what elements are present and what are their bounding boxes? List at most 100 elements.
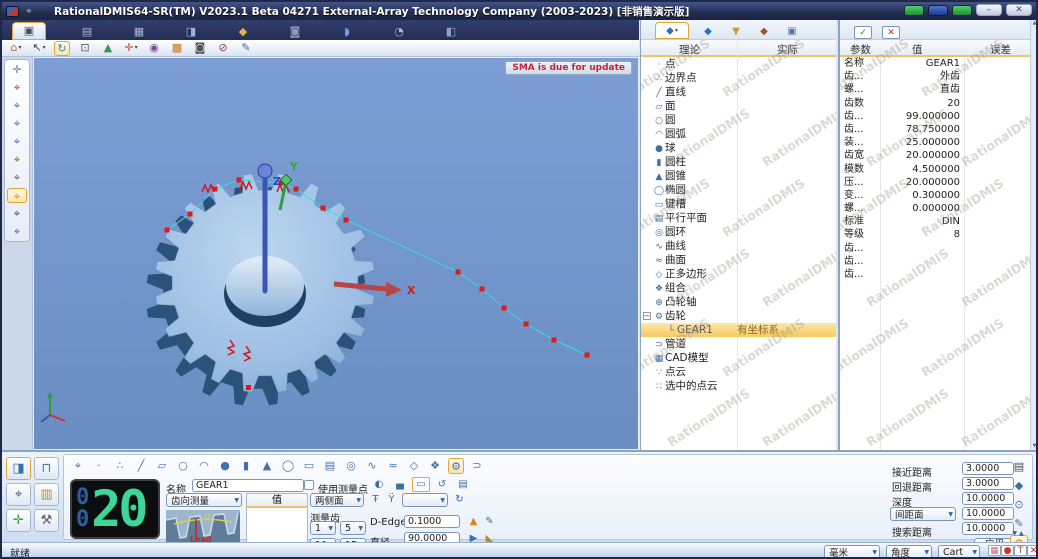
probe-select-button[interactable]: ◆ (1010, 478, 1028, 493)
clearance-input[interactable]: 10.0000 (962, 507, 1014, 520)
probe-mode-vector[interactable]: ⌖ (7, 152, 27, 167)
home-button[interactable]: ⌂▾ (8, 41, 24, 56)
sma-update-badge[interactable]: SMA is due for update (505, 61, 632, 75)
depth-input[interactable]: 10.0000 (962, 492, 1014, 505)
line-tool-icon[interactable]: ╱ (133, 458, 149, 474)
surface-tool-icon[interactable]: ≈ (385, 458, 401, 474)
boundary-point-tool-icon[interactable]: ∴ (112, 458, 128, 474)
param-row[interactable]: 齿... 99.000000 (840, 110, 1030, 123)
joystick-icon[interactable] (904, 4, 924, 16)
param-row[interactable]: 齿... (840, 255, 1030, 268)
tree-item-torus[interactable]: ◎ 圆环 (641, 225, 836, 239)
curve-tool-icon[interactable]: ∿ (364, 458, 380, 474)
background-color-button[interactable]: ▩ (169, 41, 185, 56)
probe-tool-icon[interactable]: ⌖ (70, 458, 86, 474)
minimize-button[interactable]: – (976, 4, 1002, 16)
tree-item-cad-model[interactable]: ▦ CAD模型 (641, 351, 836, 365)
controller-icon[interactable] (928, 4, 948, 16)
param-row[interactable]: 装... 25.000000 (840, 136, 1030, 149)
edit-points-button[interactable]: ✎ (1010, 516, 1028, 531)
delete-button[interactable]: ⊘ (215, 41, 231, 56)
zoom-tool-button[interactable]: ⊙ (1010, 497, 1028, 512)
strip-updown-icon[interactable]: ▼▲ (1012, 530, 1025, 537)
param-row[interactable]: 名称 GEAR1 (840, 57, 1030, 70)
slot-tool-icon[interactable]: ▭ (301, 458, 317, 474)
ellipse-tool-icon[interactable]: ◯ (280, 458, 296, 474)
text-status-icon[interactable]: T (1014, 545, 1027, 556)
arc-tool-icon[interactable]: ◠ (196, 458, 212, 474)
circle-tool-icon[interactable]: ○ (175, 458, 191, 474)
param-row[interactable]: 齿... 78.750000 (840, 123, 1030, 136)
tab-card-view[interactable]: ▤ (454, 477, 472, 492)
probe-mode-manual[interactable]: ⌖ (7, 224, 27, 239)
link-status-icon[interactable]: ✕ (1027, 545, 1036, 556)
import-model-button[interactable]: ▲ (100, 41, 116, 56)
tree-item-polygon[interactable]: ◇ 正多边形 (641, 267, 836, 281)
cone-tool-icon[interactable]: ▲ (259, 458, 275, 474)
ribbon-tab-measure[interactable]: ▣ (12, 22, 46, 40)
coordinate-axes-button[interactable]: ✛▾ (123, 41, 139, 56)
probe-mode-disable[interactable]: ⌖ (7, 80, 27, 95)
tree-item-circle[interactable]: ○ 圆 (641, 113, 836, 127)
param-row[interactable]: 压... 20.000000 (840, 176, 1030, 189)
search-input[interactable]: 10.0000 (962, 522, 1014, 535)
tree-item-gear[interactable]: − ⚙ 齿轮 (641, 309, 836, 323)
tree-item-arc[interactable]: ◠ 圆弧 (641, 127, 836, 141)
coord-system-dropdown[interactable]: Cart ▼ (938, 545, 980, 557)
tree-item-gear1[interactable]: └ GEAR1 有坐标系 (641, 323, 836, 337)
probe-config-tool[interactable]: ⌖ (6, 483, 31, 506)
tree-item-parallel-planes[interactable]: ▤ 平行平面 (641, 211, 836, 225)
name-input[interactable]: GEAR1 (192, 479, 304, 492)
retract-input[interactable]: 3.0000 (962, 477, 1014, 490)
probe-mode-edge[interactable]: ⌖ (7, 170, 27, 185)
param-row[interactable]: 标准 DIN (840, 215, 1030, 228)
confirm-checkbox-icon[interactable]: ✓ (854, 26, 872, 39)
param-row[interactable]: 变... 0.300000 (840, 189, 1030, 202)
delete-param-icon[interactable]: ✕ (882, 26, 900, 39)
tab-rotate-view[interactable]: ↺ (433, 477, 451, 492)
scroll-up-icon[interactable]: ▲ (1031, 20, 1036, 26)
output-tool[interactable]: ⚒ (34, 509, 59, 532)
tree-item-pipe[interactable]: ⊃ 管道 (641, 337, 836, 351)
param-row[interactable]: 螺... 0.000000 (840, 202, 1030, 215)
probe-dir-y-icon[interactable]: Ÿ (384, 493, 399, 506)
gear-measure-tool[interactable]: ◨ (6, 457, 31, 480)
param-row[interactable]: 等级 8 (840, 228, 1030, 241)
tree-item-line[interactable]: ╱ 直线 (641, 85, 836, 99)
tree-item-camshaft[interactable]: ⊕ 凸轮轴 (641, 295, 836, 309)
probe-mode-scan[interactable]: ⌖ (7, 116, 27, 131)
polygon-tool-icon[interactable]: ◇ (406, 458, 422, 474)
param-row[interactable]: 齿数 20 (840, 97, 1030, 110)
tree-item-surface[interactable]: ≈ 曲面 (641, 253, 836, 267)
tab-probe-view[interactable]: ◐ (370, 477, 388, 492)
tooth-1-dropdown[interactable]: 1 ▼ (310, 521, 336, 535)
features-tab[interactable]: ◆▾ (655, 22, 689, 39)
filter-icon[interactable]: ▼ (727, 24, 745, 39)
render-mode-button[interactable]: ✎ (238, 41, 254, 56)
tree-item-boundary-point[interactable]: ∴ 边界点 (641, 71, 836, 85)
param-row[interactable]: 齿... 外齿 (840, 70, 1030, 83)
close-button[interactable]: ✕ (1006, 4, 1032, 16)
probe-mode-curve[interactable]: ⌖ (7, 206, 27, 221)
combine-tool-icon[interactable]: ❖ (427, 458, 443, 474)
probe-mode-point[interactable]: ⌖ (7, 98, 27, 113)
tree-item-curve[interactable]: ∿ 曲线 (641, 239, 836, 253)
param-row[interactable]: 齿... (840, 242, 1030, 255)
tree-item-ellipse[interactable]: ◯椭圆 (641, 183, 836, 197)
ribbon-tab-probe[interactable]: ◨ (180, 24, 202, 40)
tolerance-tool[interactable]: ▥ (34, 483, 59, 506)
tree-item-plane[interactable]: ▱ 面 (641, 99, 836, 113)
tree-item-cylinder[interactable]: ▮ 圆柱 (641, 155, 836, 169)
approach-input[interactable]: 3.0000 (962, 462, 1014, 475)
tree-item-cone[interactable]: ▲ 圆锥 (641, 169, 836, 183)
export-button[interactable]: ▤ (1010, 459, 1028, 474)
param-row[interactable]: 模数 4.500000 (840, 163, 1030, 176)
tree-item-slot[interactable]: ▭ 键槽 (641, 197, 836, 211)
recalc-icon[interactable]: ↻ (452, 493, 467, 506)
gamepad-icon[interactable] (952, 4, 972, 16)
group-icon[interactable]: ◆ (755, 24, 773, 39)
features-icon[interactable]: ◆ (699, 24, 717, 39)
clearance-plane-dropdown[interactable]: 间距面 ▼ (890, 507, 956, 521)
gear-tool-icon[interactable]: ⚙ (448, 457, 464, 474)
flank-mode-dropdown[interactable]: 两侧面 ▼ (310, 493, 364, 507)
